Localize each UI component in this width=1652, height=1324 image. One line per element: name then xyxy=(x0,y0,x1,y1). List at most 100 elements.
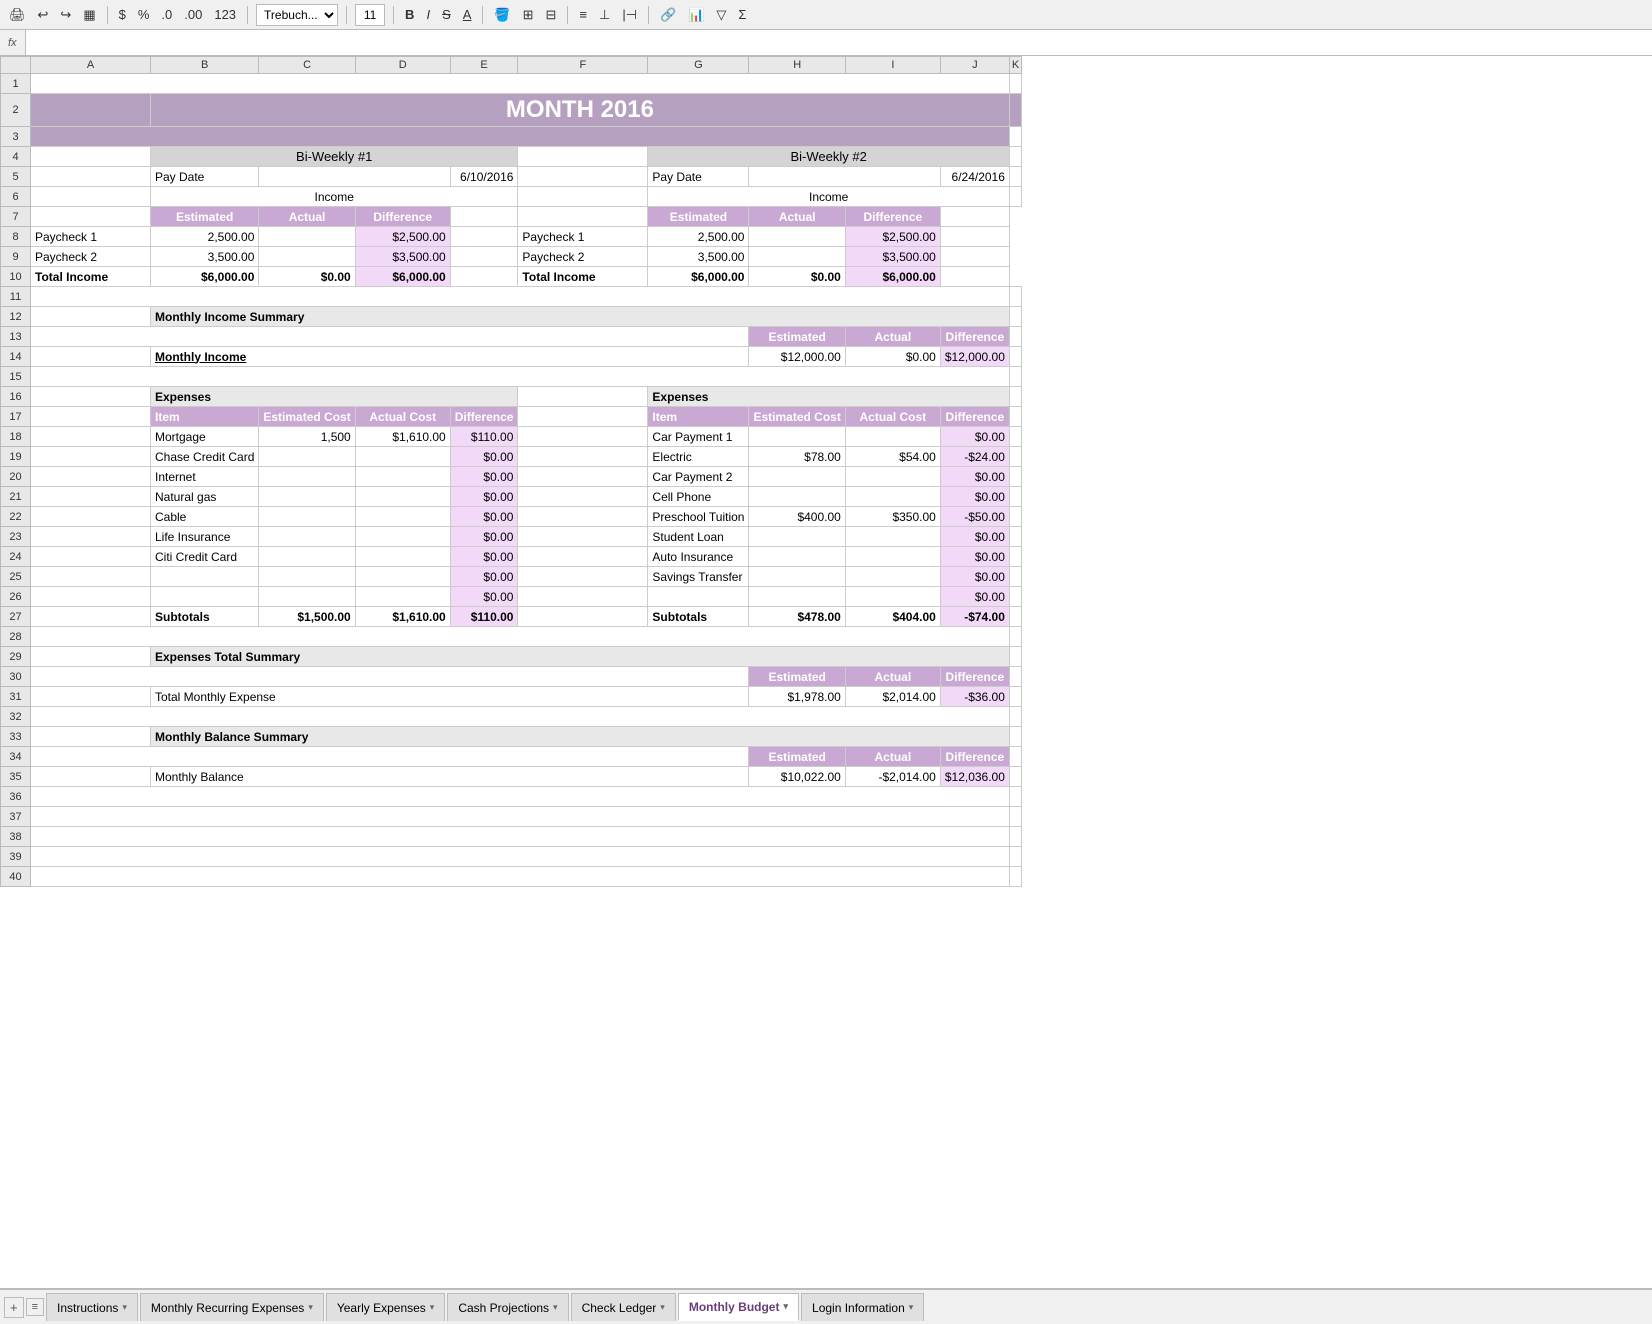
align-right-btn[interactable]: |⊣ xyxy=(619,5,640,25)
row-10: 10 Total Income $6,000.00 $0.00 $6,000.0… xyxy=(1,267,1022,287)
row-20: 20 Internet $0.00 Car Payment 2 $0.00 xyxy=(1,467,1022,487)
exp-left-est-0: 1,500 xyxy=(259,427,355,447)
bal-sum-est-header: Estimated xyxy=(749,747,845,767)
exp-right-diff-4: -$50.00 xyxy=(940,507,1009,527)
decimal2-btn[interactable]: .00 xyxy=(181,5,205,24)
income-sum-diff-header: Difference xyxy=(940,327,1009,347)
tab-check-ledger[interactable]: Check Ledger ▾ xyxy=(571,1293,676,1321)
row-num-27: 27 xyxy=(1,607,31,627)
col-header-D[interactable]: D xyxy=(355,57,450,74)
tab-yearly-expenses[interactable]: Yearly Expenses ▾ xyxy=(326,1293,445,1321)
col-header-E[interactable]: E xyxy=(450,57,518,74)
align-mid-btn[interactable]: ⊥ xyxy=(596,5,613,25)
row-9: 9 Paycheck 2 3,500.00 $3,500.00 Paycheck… xyxy=(1,247,1022,267)
exp-left-item-3: Natural gas xyxy=(151,487,259,507)
link-btn[interactable]: 🔗 xyxy=(657,5,679,25)
undo-btn[interactable]: ↩ xyxy=(35,5,52,25)
income-summary-label: Monthly Income Summary xyxy=(151,307,1010,327)
row-29: 29 Expenses Total Summary xyxy=(1,647,1022,667)
row-num-32: 32 xyxy=(1,707,31,727)
exp-right-item-1: Electric xyxy=(648,447,749,467)
underline-btn[interactable]: A xyxy=(460,5,475,24)
filter-btn[interactable]: ▽ xyxy=(713,5,729,25)
tab-login-information-arrow: ▾ xyxy=(909,1302,914,1313)
col-act2: Actual xyxy=(749,207,845,227)
decimal1-btn[interactable]: .0 xyxy=(158,5,175,24)
bold-btn[interactable]: B xyxy=(402,5,417,24)
redo-btn[interactable]: ↪ xyxy=(57,5,74,25)
tab-monthly-recurring-arrow: ▾ xyxy=(308,1302,313,1313)
row-17: 17 Item Estimated Cost Actual Cost Diffe… xyxy=(1,407,1022,427)
align-left-btn[interactable]: ≡ xyxy=(576,5,590,24)
merge-btn[interactable]: ⊟ xyxy=(543,5,560,25)
tab-login-information[interactable]: Login Information ▾ xyxy=(801,1293,924,1321)
exp-right-est-4: $400.00 xyxy=(749,507,845,527)
tab-check-ledger-arrow: ▾ xyxy=(660,1302,665,1313)
row-num-33: 33 xyxy=(1,727,31,747)
borders-btn[interactable]: ⊞ xyxy=(520,5,537,25)
expenses-total-summary-label: Expenses Total Summary xyxy=(151,647,1010,667)
italic-btn[interactable]: I xyxy=(423,5,433,24)
tab-cash-projections[interactable]: Cash Projections ▾ xyxy=(447,1293,568,1321)
row-num-25: 25 xyxy=(1,567,31,587)
col-header-J[interactable]: J xyxy=(940,57,1009,74)
strikethrough-btn[interactable]: S xyxy=(439,5,454,24)
col-act1: Actual xyxy=(259,207,355,227)
font-select[interactable]: Trebuch...Trebuch... xyxy=(256,4,338,26)
format-btn[interactable]: ▦ xyxy=(80,5,98,25)
row-30: 30 Estimated Actual Difference xyxy=(1,667,1022,687)
row-num-2: 2 xyxy=(1,94,31,127)
exp-left-diff-2: $0.00 xyxy=(450,467,518,487)
tab-add-btn[interactable]: + xyxy=(4,1297,24,1318)
row-31: 31 Total Monthly Expense $1,978.00 $2,01… xyxy=(1,687,1022,707)
sum-btn[interactable]: Σ xyxy=(735,5,749,24)
fill-color-btn[interactable]: 🪣 xyxy=(491,5,513,25)
tab-monthly-recurring[interactable]: Monthly Recurring Expenses ▾ xyxy=(140,1293,324,1321)
exp-left-subtotal-label: Subtotals xyxy=(151,607,259,627)
paycheck2b-est: 3,500.00 xyxy=(648,247,749,267)
row-21: 21 Natural gas $0.00 Cell Phone $0.00 xyxy=(1,487,1022,507)
col-header-I[interactable]: I xyxy=(845,57,940,74)
tab-monthly-budget[interactable]: Monthly Budget ▾ xyxy=(678,1293,799,1321)
tab-login-information-label: Login Information xyxy=(812,1301,905,1315)
row-35: 35 Monthly Balance $10,022.00 -$2,014.00… xyxy=(1,767,1022,787)
total-income1-label: Total Income xyxy=(31,267,151,287)
col-header-G[interactable]: G xyxy=(648,57,749,74)
formula-input[interactable] xyxy=(26,30,1652,55)
print-btn[interactable]: 🖨 xyxy=(6,5,29,25)
col-header-B[interactable]: B xyxy=(151,57,259,74)
format123-btn[interactable]: 123 xyxy=(211,5,239,24)
chart-btn[interactable]: 📊 xyxy=(685,5,707,25)
exp-right-diff-2: $0.00 xyxy=(940,467,1009,487)
exp-left-act-0: $1,610.00 xyxy=(355,427,450,447)
total-income2-diff: $6,000.00 xyxy=(845,267,940,287)
exp-right-est-7 xyxy=(749,567,845,587)
row-12: 12 Monthly Income Summary xyxy=(1,307,1022,327)
col-header-H[interactable]: H xyxy=(749,57,845,74)
total-income2-act: $0.00 xyxy=(749,267,845,287)
exp-left-act-7 xyxy=(355,567,450,587)
col-header-A[interactable]: A xyxy=(31,57,151,74)
formula-bar: fx xyxy=(0,30,1652,56)
spreadsheet: A B C D E F G H I J K 1 2 xyxy=(0,56,1652,1288)
exp-right-item-5: Student Loan xyxy=(648,527,749,547)
tab-instructions[interactable]: Instructions ▾ xyxy=(46,1293,138,1321)
tab-monthly-recurring-label: Monthly Recurring Expenses xyxy=(151,1301,304,1315)
row-num-4: 4 xyxy=(1,147,31,167)
biweekly1-header: Bi-Weekly #1 xyxy=(151,147,518,167)
col-header-F[interactable]: F xyxy=(518,57,648,74)
font-size-input[interactable] xyxy=(355,4,385,26)
row-16: 16 Expenses Expenses xyxy=(1,387,1022,407)
paydate2-value: 6/24/2016 xyxy=(940,167,1009,187)
tab-list-btn[interactable]: ≡ xyxy=(26,1298,44,1316)
row-23: 23 Life Insurance $0.00 Student Loan $0.… xyxy=(1,527,1022,547)
monthly-balance-act: -$2,014.00 xyxy=(845,767,940,787)
row-num-16: 16 xyxy=(1,387,31,407)
paycheck1b-est: 2,500.00 xyxy=(648,227,749,247)
exp-right-diff-3: $0.00 xyxy=(940,487,1009,507)
col-diff1: Difference xyxy=(355,207,450,227)
col-header-K[interactable]: K xyxy=(1009,57,1021,74)
currency-btn[interactable]: $ xyxy=(116,5,129,24)
col-header-C[interactable]: C xyxy=(259,57,355,74)
percent-btn[interactable]: % xyxy=(135,5,153,24)
